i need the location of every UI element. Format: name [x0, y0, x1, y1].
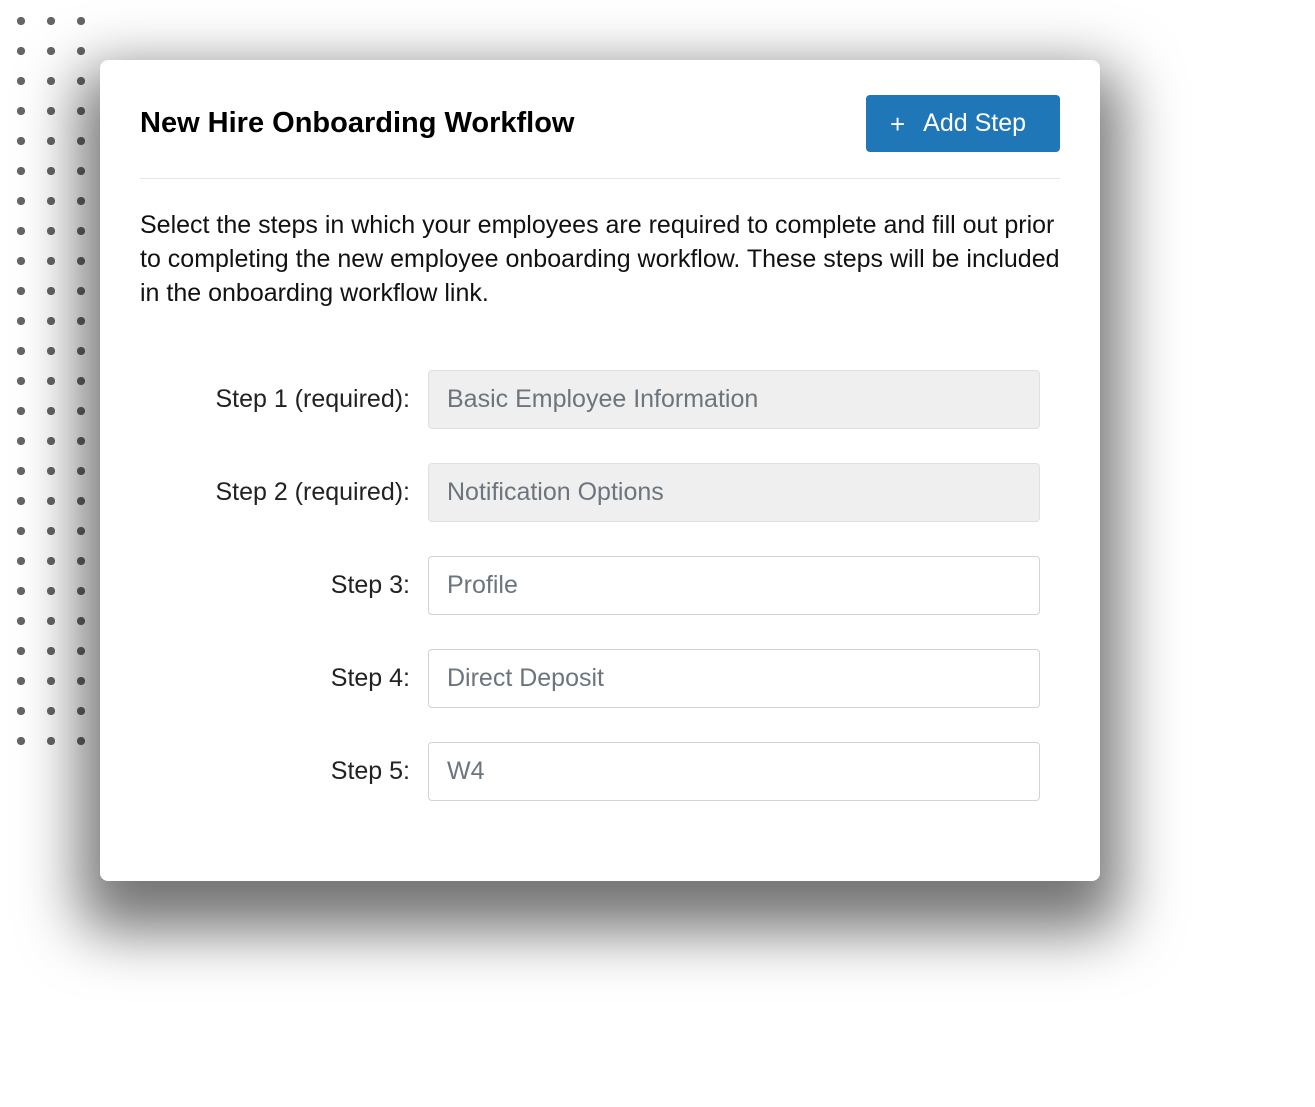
onboarding-workflow-card: New Hire Onboarding Workflow + Add Step … [100, 60, 1100, 881]
step-label: Step 5: [160, 757, 410, 786]
step-value-input[interactable]: Profile [428, 556, 1040, 615]
card-header: New Hire Onboarding Workflow + Add Step [140, 95, 1060, 179]
step-label: Step 4: [160, 664, 410, 693]
add-step-button-label: Add Step [923, 109, 1026, 138]
step-label: Step 2 (required): [160, 478, 410, 507]
plus-icon: + [890, 111, 905, 137]
step-row: Step 3: Profile [160, 556, 1040, 615]
step-value-locked: Notification Options [428, 463, 1040, 522]
step-row: Step 5: W4 [160, 742, 1040, 801]
step-label: Step 1 (required): [160, 385, 410, 414]
step-label: Step 3: [160, 571, 410, 600]
step-value-locked: Basic Employee Information [428, 370, 1040, 429]
step-value-input[interactable]: Direct Deposit [428, 649, 1040, 708]
step-row: Step 1 (required): Basic Employee Inform… [160, 370, 1040, 429]
workflow-description: Select the steps in which your employees… [140, 209, 1060, 310]
step-value-input[interactable]: W4 [428, 742, 1040, 801]
step-row: Step 4: Direct Deposit [160, 649, 1040, 708]
steps-list: Step 1 (required): Basic Employee Inform… [140, 370, 1060, 801]
step-row: Step 2 (required): Notification Options [160, 463, 1040, 522]
decorative-dot-grid [0, 0, 100, 760]
page-title: New Hire Onboarding Workflow [140, 107, 575, 140]
add-step-button[interactable]: + Add Step [866, 95, 1060, 152]
